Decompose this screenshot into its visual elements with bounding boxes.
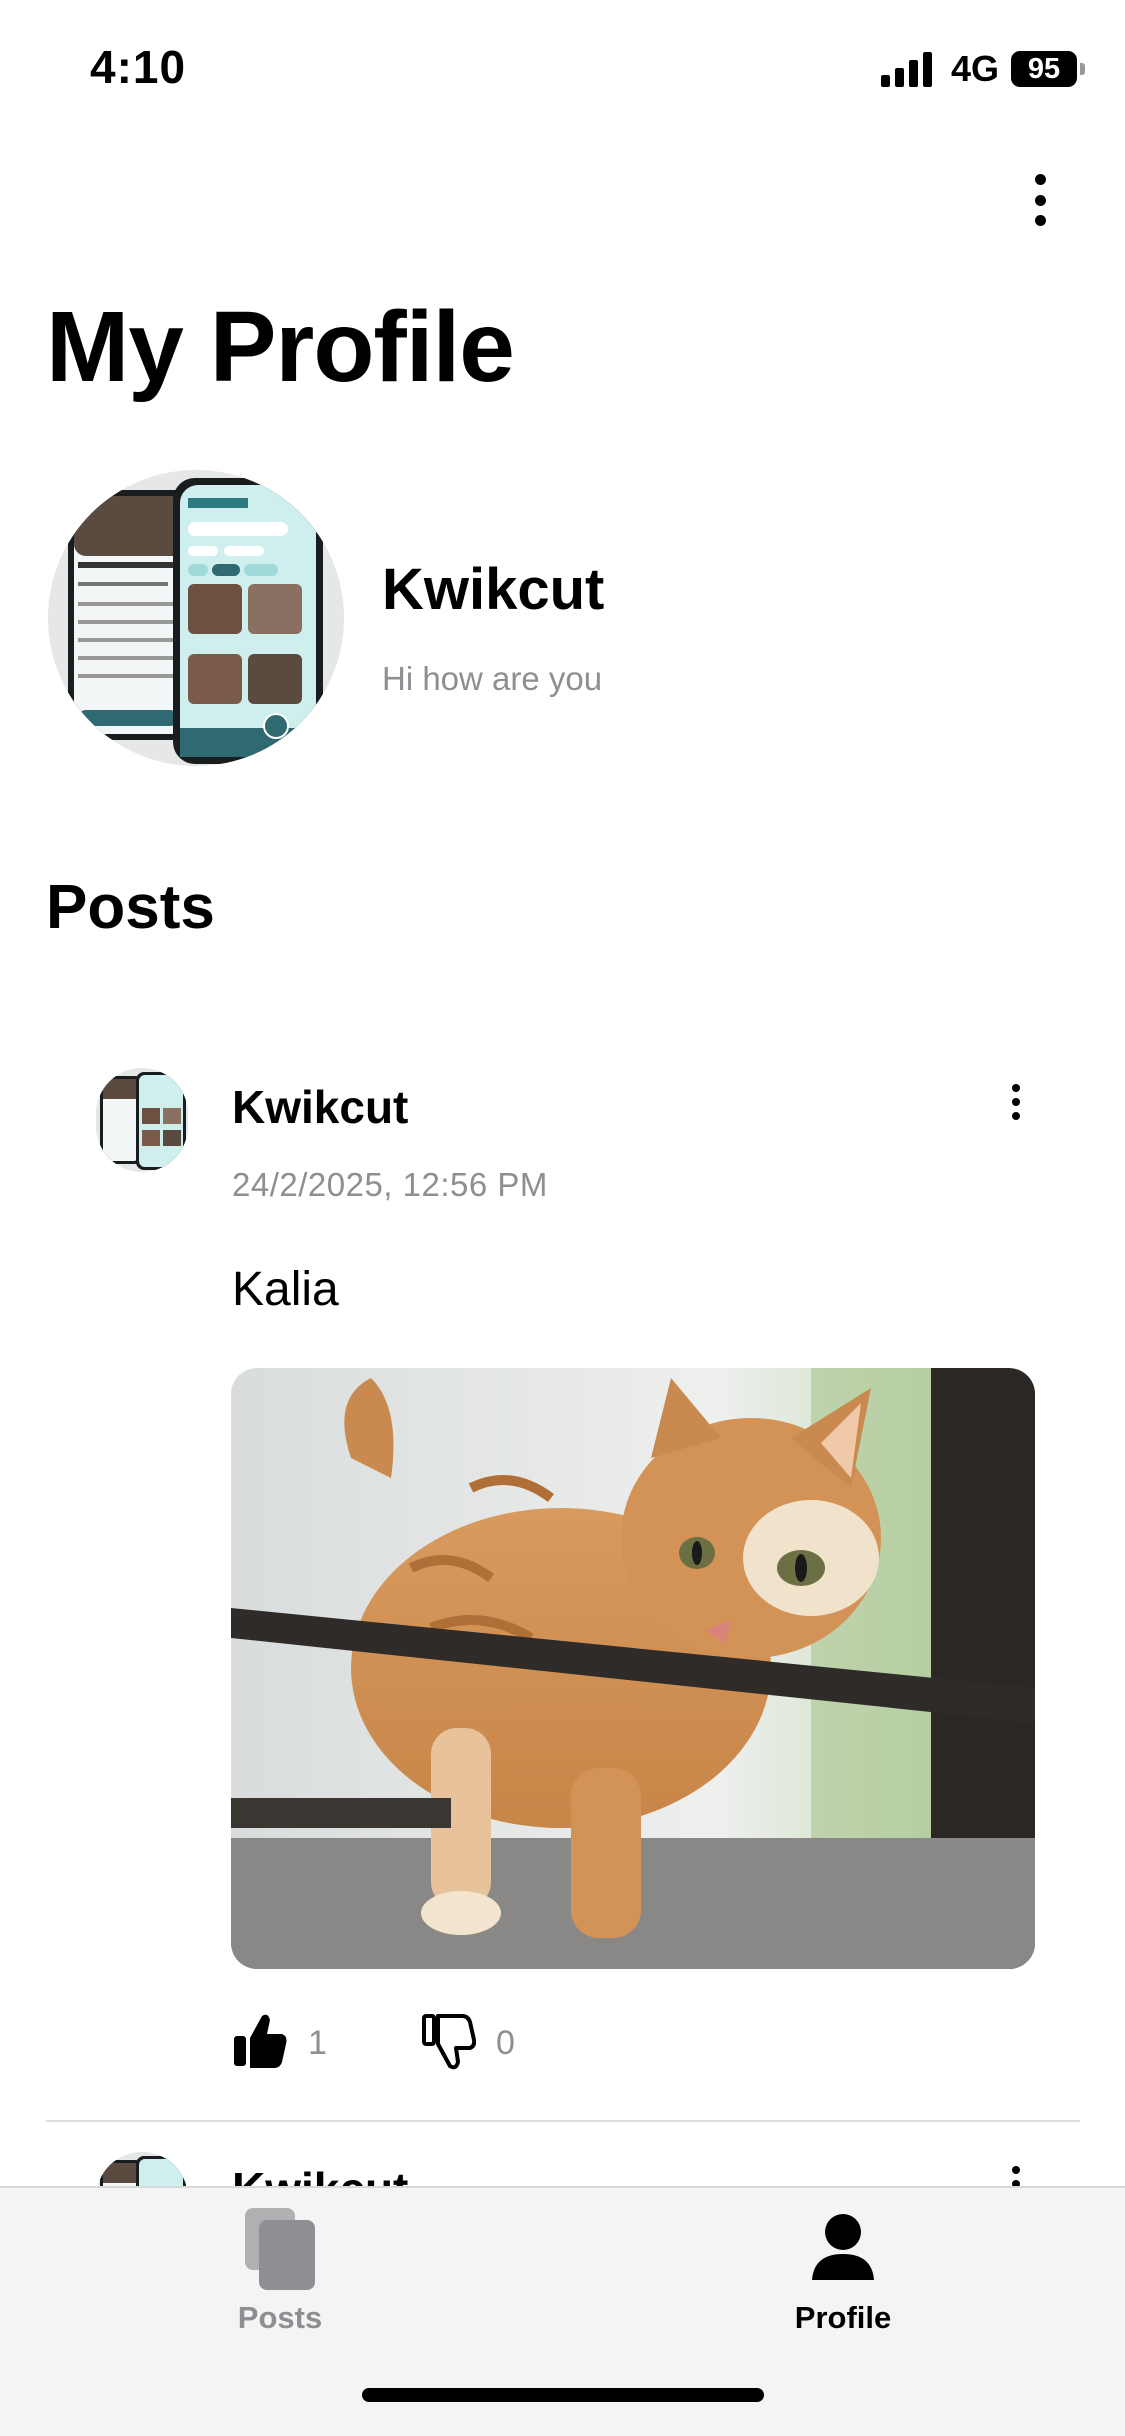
post-author-avatar[interactable] [96,1068,188,1172]
like-count: 1 [308,2024,327,2062]
battery-level: 95 [1027,52,1061,85]
profile-bio: Hi how are you [382,660,603,697]
dislike-count: 0 [496,2024,515,2062]
app-screenshot-image [48,470,344,766]
battery-icon: 95 [1011,51,1077,87]
network-label: 4G [950,48,999,89]
tab-profile[interactable]: Profile [723,2202,963,2342]
profile-name: Kwikcut [382,557,605,622]
more-options-icon[interactable] [1020,170,1060,230]
person-icon [798,2202,888,2292]
tab-bar: Posts Profile [0,2186,1125,2436]
kitten-photo [231,1368,1035,1969]
post-divider [46,2120,1080,2122]
thumbs-down-icon [422,2014,477,2070]
thumbs-up-icon [234,2014,287,2068]
status-time: 4:10 [90,41,187,93]
page-title: My Profile [46,291,515,403]
profile-avatar[interactable] [48,470,344,766]
like-button[interactable] [232,2010,288,2070]
posts-heading: Posts [46,873,215,942]
status-indicators: 4G 95 [880,48,1085,90]
posts-icon [235,2202,325,2292]
signal-icon [880,51,937,87]
dislike-button[interactable] [420,2010,477,2072]
post-more-options-icon[interactable] [1000,1084,1032,1120]
home-indicator [362,2388,764,2402]
tab-label: Posts [237,2300,323,2335]
post-author-name[interactable]: Kwikcut [232,1080,408,1134]
post-image[interactable] [231,1368,1035,1969]
post-text: Kalia [232,1263,339,1316]
tab-label: Profile [794,2300,892,2335]
tab-posts[interactable]: Posts [160,2202,400,2342]
post-timestamp: 24/2/2025, 12:56 PM [232,1166,548,1203]
battery-cap [1080,63,1085,75]
app-screenshot-thumbnail [96,1068,188,1172]
status-bar: 4:10 4G 95 [0,0,1125,140]
